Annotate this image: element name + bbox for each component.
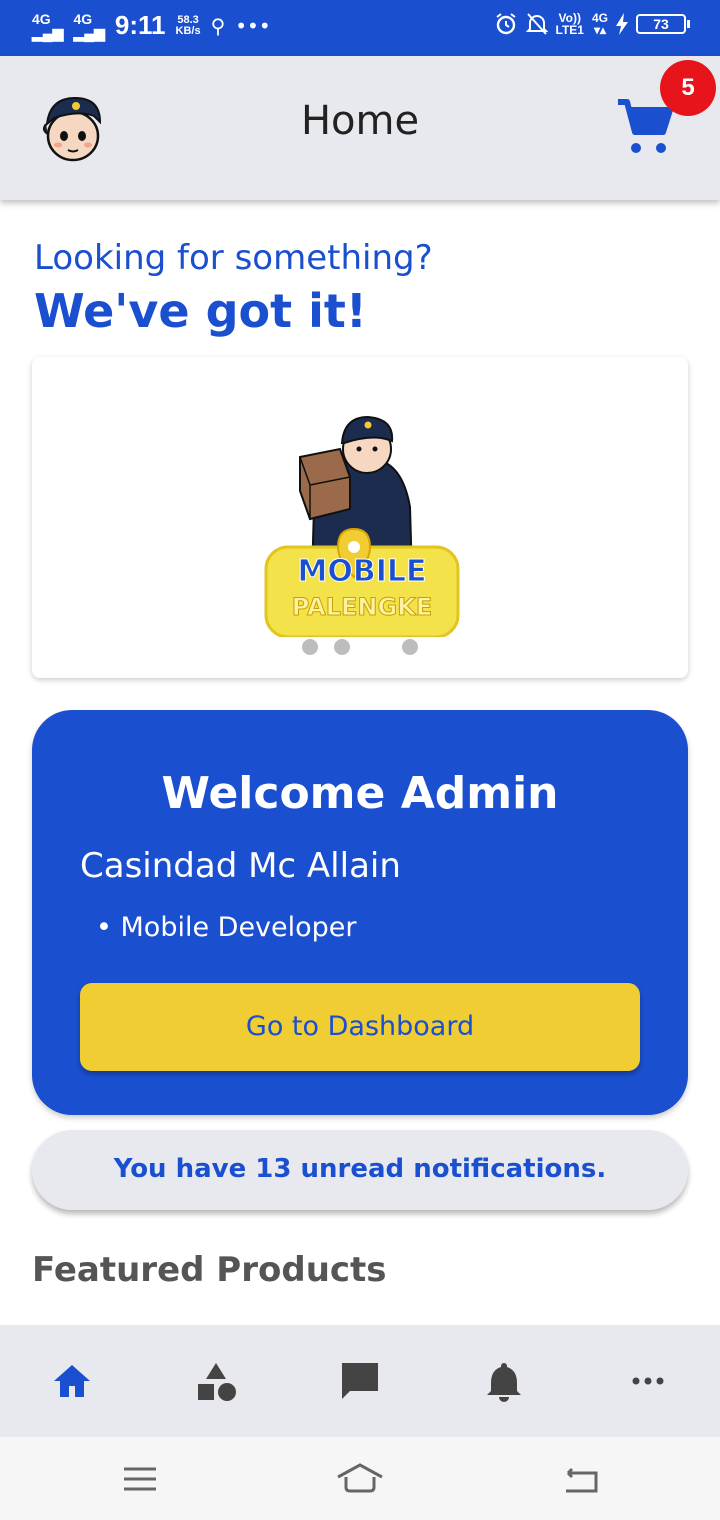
page-title: Home (300, 98, 420, 144)
home-icon[interactable] (48, 1357, 96, 1405)
featured-products-heading: Featured Products (32, 1250, 387, 1290)
logo-text-top: MOBILE (298, 554, 427, 589)
logo-text-bottom: PALENGKE (292, 593, 432, 621)
app-bar: Home (0, 56, 720, 200)
chat-icon[interactable] (336, 1357, 384, 1405)
clock: 9:11 (114, 10, 166, 40)
mobile-palengke-logo: MOBILE PALENGKE (264, 415, 460, 637)
cart-count-badge: 5 (660, 60, 716, 116)
system-navigation-bar (0, 1437, 720, 1520)
go-to-dashboard-button[interactable]: Go to Dashboard (80, 983, 640, 1071)
notifications-off-icon (525, 13, 548, 35)
user-role: • Mobile Developer (96, 912, 357, 943)
charging-icon (616, 13, 628, 35)
carousel-dot[interactable] (334, 639, 350, 655)
signal-strength-1: 4G ▂▄▆ (32, 10, 64, 41)
volte-indicator: Vo)) LTE1 (555, 11, 584, 37)
more-notifications-icon: ••• (235, 13, 271, 38)
network-type: 4G ▾▴ (591, 11, 608, 37)
bottom-navigation (0, 1325, 720, 1437)
carousel-dot[interactable] (402, 639, 418, 655)
home-button-icon[interactable] (336, 1457, 384, 1501)
back-icon[interactable] (556, 1457, 604, 1501)
welcome-card: Welcome Admin Casindad Mc Allain • Mobil… (32, 710, 688, 1115)
usb-icon: ⚲ (210, 13, 226, 38)
banner-carousel[interactable]: MOBILE PALENGKE (32, 357, 688, 678)
user-name: Casindad Mc Allain (80, 846, 401, 886)
menu-icon[interactable] (116, 1457, 164, 1501)
alarm-icon (495, 13, 516, 35)
status-bar: 4G ▂▄▆ 4G ▂▄▆ 9:11 58.3 KB/s ⚲ ••• Vo)) LTE1… (0, 0, 720, 56)
battery-level: 73 (636, 14, 686, 34)
carousel-dot[interactable] (302, 639, 318, 655)
hero-title: We've got it! (34, 284, 367, 338)
network-speed: 58.3 KB/s (175, 13, 201, 37)
unread-notifications-banner[interactable]: You have 13 unread notifications. (32, 1130, 688, 1210)
welcome-title: Welcome Admin (161, 768, 559, 819)
more-icon[interactable] (624, 1357, 672, 1405)
signal-strength-2: 4G ▂▄▆ (73, 10, 105, 41)
categories-icon[interactable] (192, 1357, 240, 1405)
battery-indicator: 73 (636, 14, 690, 34)
hero-subtitle: Looking for something? (34, 238, 433, 278)
bell-icon[interactable] (480, 1357, 528, 1405)
